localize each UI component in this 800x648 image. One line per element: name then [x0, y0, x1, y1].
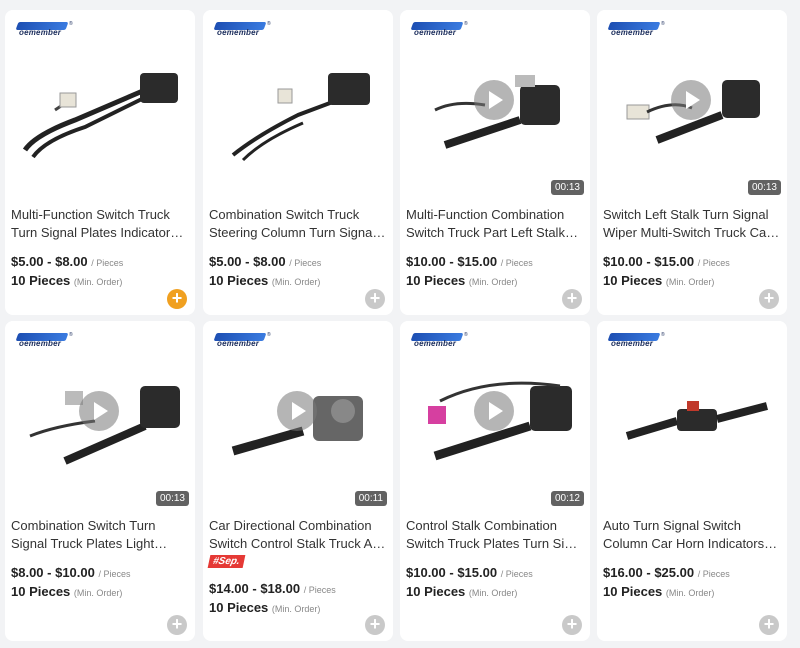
product-card[interactable]: oemember ® 00:13 Switch Left Stalk Turn S… — [597, 10, 787, 315]
min-order: 10 Pieces (Min. Order) — [11, 584, 123, 599]
brand-logo: oemember ® — [410, 332, 468, 349]
video-duration: 00:12 — [550, 491, 584, 506]
product-title[interactable]: Switch Left Stalk Turn Signal Wiper Multi… — [603, 206, 781, 242]
min-order: 10 Pieces (Min. Order) — [603, 584, 715, 599]
product-title[interactable]: Combination Switch Truck Steering Column … — [209, 206, 387, 242]
brand-logo: oemember ® — [15, 21, 73, 38]
product-card[interactable]: oemember ® 00:12 Control Stalk Combinatio… — [400, 321, 590, 641]
min-order: 10 Pieces (Min. Order) — [209, 273, 321, 288]
add-button[interactable]: + — [759, 615, 779, 635]
price-range: $5.00 - $8.00 / Pieces — [11, 254, 124, 269]
min-order: 10 Pieces (Min. Order) — [11, 273, 123, 288]
product-image[interactable]: oemember ® 00:13 — [5, 321, 195, 511]
price-range: $8.00 - $10.00 / Pieces — [11, 565, 131, 580]
price-range: $10.00 - $15.00 / Pieces — [603, 254, 730, 269]
brand-logo: oemember ® — [410, 21, 468, 38]
brand-logo: oemember ® — [213, 21, 271, 38]
min-order: 10 Pieces (Min. Order) — [603, 273, 715, 288]
play-icon[interactable] — [474, 391, 514, 431]
product-card[interactable]: oemember ® Auto Turn Signal Switch Column … — [597, 321, 787, 641]
brand-logo: oemember ® — [607, 21, 665, 38]
brand-logo: oemember ® — [607, 332, 665, 349]
product-title[interactable]: Combination Switch Turn Signal Truck Plat… — [11, 517, 189, 553]
product-title[interactable]: Auto Turn Signal Switch Column Car Horn I… — [603, 517, 781, 553]
add-button[interactable]: + — [365, 615, 385, 635]
product-image[interactable]: oemember ® — [5, 10, 195, 200]
price-range: $5.00 - $8.00 / Pieces — [209, 254, 322, 269]
add-button[interactable]: + — [167, 615, 187, 635]
add-button[interactable]: + — [365, 289, 385, 309]
add-button[interactable]: + — [759, 289, 779, 309]
product-title[interactable]: Multi-Function Switch Truck Turn Signal P… — [11, 206, 189, 242]
price-range: $10.00 - $15.00 / Pieces — [406, 565, 533, 580]
product-image[interactable]: oemember ® 00:12 — [400, 321, 590, 511]
play-icon[interactable] — [671, 80, 711, 120]
product-title[interactable]: Car Directional Combination Switch Contro… — [209, 517, 387, 553]
product-card[interactable]: oemember ® Combination Switch Truck Steeri… — [203, 10, 393, 315]
play-icon[interactable] — [79, 391, 119, 431]
price-range: $14.00 - $18.00 / Pieces — [209, 581, 336, 596]
product-title[interactable]: Control Stalk Combination Switch Truck Pl… — [406, 517, 584, 553]
brand-logo: oemember ® — [15, 332, 73, 349]
play-icon[interactable] — [474, 80, 514, 120]
product-image[interactable]: oemember ® 00:13 — [400, 10, 590, 200]
product-photo — [625, 401, 769, 440]
add-button[interactable]: + — [167, 289, 187, 309]
sale-badge: #Sep. — [207, 555, 246, 568]
min-order: 10 Pieces (Min. Order) — [406, 584, 518, 599]
product-image[interactable]: oemember ® — [597, 321, 787, 511]
price-range: $16.00 - $25.00 / Pieces — [603, 565, 730, 580]
add-button[interactable]: + — [562, 289, 582, 309]
video-duration: 00:11 — [354, 491, 387, 506]
min-order: 10 Pieces (Min. Order) — [406, 273, 518, 288]
product-image[interactable]: oemember ® 00:13 — [597, 10, 787, 200]
product-card[interactable]: oemember ® 00:13 Multi-Function Combinati… — [400, 10, 590, 315]
price-range: $10.00 - $15.00 / Pieces — [406, 254, 533, 269]
product-card[interactable]: oemember ® Multi-Function Switch Truck Tur… — [5, 10, 195, 315]
product-grid: oemember ® Multi-Function Switch Truck Tur… — [0, 0, 800, 648]
add-button[interactable]: + — [562, 615, 582, 635]
product-photo — [22, 73, 178, 159]
video-duration: 00:13 — [155, 491, 189, 506]
product-photo — [231, 73, 370, 162]
product-title[interactable]: Multi-Function Combination Switch Truck P… — [406, 206, 584, 242]
video-duration: 00:13 — [550, 180, 584, 195]
product-image[interactable]: oemember ® 00:11 — [203, 321, 393, 511]
product-image[interactable]: oemember ® — [203, 10, 393, 200]
min-order: 10 Pieces (Min. Order) — [209, 600, 321, 615]
product-card[interactable]: oemember ® 00:11 Car Directional Combinat… — [203, 321, 393, 641]
video-duration: 00:13 — [747, 180, 781, 195]
brand-logo: oemember ® — [213, 332, 271, 349]
product-card[interactable]: oemember ® 00:13 Combination Switch Turn S… — [5, 321, 195, 641]
play-icon[interactable] — [277, 391, 317, 431]
